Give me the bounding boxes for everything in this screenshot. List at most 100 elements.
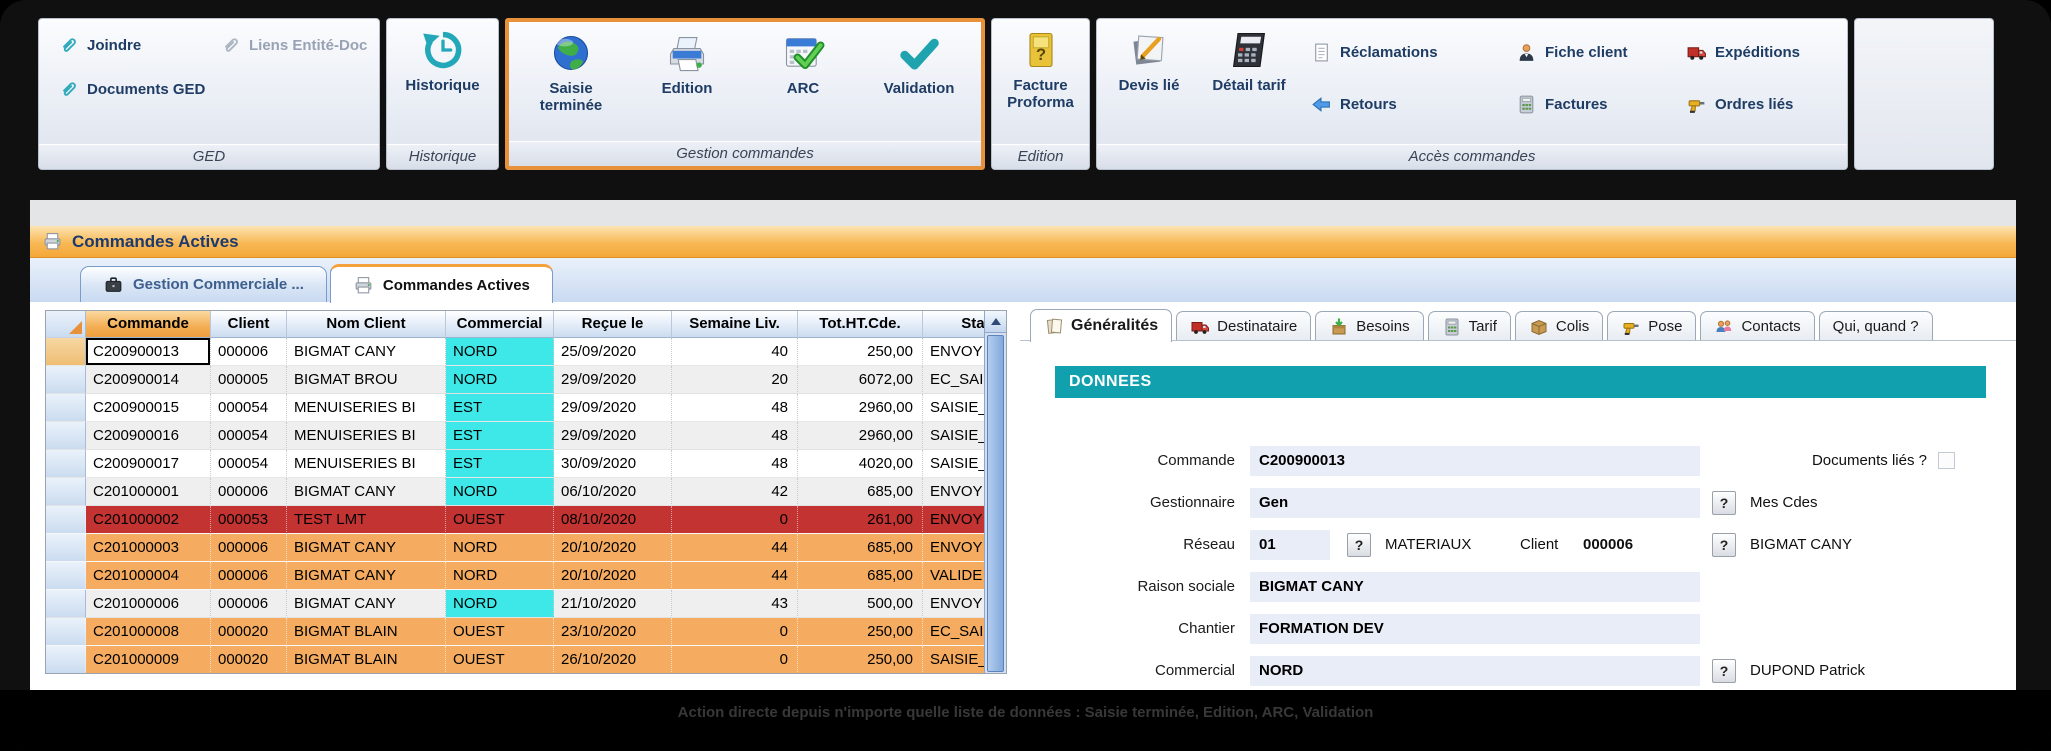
table-row[interactable]: C200900013000006BIGMAT CANYNORD25/09/202…	[46, 338, 1007, 366]
commercial-lookup-button[interactable]: ?	[1712, 659, 1736, 683]
cell-client[interactable]: 000006	[211, 562, 287, 590]
table-row[interactable]: C201000003000006BIGMAT CANYNORD20/10/202…	[46, 534, 1007, 562]
cell-commercial[interactable]: NORD	[446, 338, 554, 366]
chantier-field[interactable]: FORMATION DEV	[1250, 614, 1700, 644]
ribbon-button-exp-ditions[interactable]: Expéditions	[1686, 42, 1848, 63]
cell-semaine-liv[interactable]: 48	[672, 422, 798, 450]
cell-total-ht[interactable]: 500,00	[798, 590, 923, 618]
column-header-client[interactable]: Client	[211, 311, 287, 338]
cell-total-ht[interactable]: 250,00	[798, 646, 923, 674]
row-selector[interactable]	[46, 450, 86, 478]
cell-recue-le[interactable]: 29/09/2020	[554, 394, 672, 422]
cell-commande[interactable]: C200900017	[86, 450, 211, 478]
cell-commercial[interactable]: NORD	[446, 590, 554, 618]
cell-recue-le[interactable]: 26/10/2020	[554, 646, 672, 674]
cell-total-ht[interactable]: 6072,00	[798, 366, 923, 394]
cell-client[interactable]: 000054	[211, 450, 287, 478]
detail-tab-qui-quand[interactable]: Qui, quand ?	[1819, 311, 1933, 341]
row-selector[interactable]	[46, 646, 86, 674]
documents-ged-button[interactable]: Documents GED	[59, 79, 205, 99]
table-row[interactable]: C201000008000020BIGMAT BLAINOUEST23/10/2…	[46, 618, 1007, 646]
cell-recue-le[interactable]: 29/09/2020	[554, 366, 672, 394]
gestionnaire-lookup-button[interactable]: ?	[1712, 491, 1736, 515]
documents-lies-checkbox[interactable]	[1938, 452, 1955, 469]
cell-commande[interactable]: C201000008	[86, 618, 211, 646]
cell-recue-le[interactable]: 06/10/2020	[554, 478, 672, 506]
cell-commercial[interactable]: EST	[446, 394, 554, 422]
cell-commande[interactable]: C201000006	[86, 590, 211, 618]
cell-nom-client[interactable]: MENUISERIES BI	[287, 422, 446, 450]
cell-client[interactable]: 000054	[211, 394, 287, 422]
cell-commande[interactable]: C201000001	[86, 478, 211, 506]
cell-semaine-liv[interactable]: 40	[672, 338, 798, 366]
table-row[interactable]: C200900015000054MENUISERIES BIEST29/09/2…	[46, 394, 1007, 422]
cell-semaine-liv[interactable]: 0	[672, 646, 798, 674]
ribbon-button-ordres-li-s[interactable]: Ordres liés	[1686, 94, 1848, 115]
cell-recue-le[interactable]: 21/10/2020	[554, 590, 672, 618]
cell-semaine-liv[interactable]: 0	[672, 618, 798, 646]
cell-commercial[interactable]: NORD	[446, 366, 554, 394]
cell-commercial[interactable]: NORD	[446, 562, 554, 590]
cell-commande[interactable]: C201000009	[86, 646, 211, 674]
column-header-semaine-liv[interactable]: Semaine Liv.	[672, 311, 798, 338]
ribbon-button-r-clamations[interactable]: Réclamations	[1311, 42, 1516, 63]
ribbon-button-saisie-termin-e[interactable]: Saisie terminée	[516, 22, 626, 141]
cell-total-ht[interactable]: 4020,00	[798, 450, 923, 478]
table-row[interactable]: C201000002000053TEST LMTOUEST08/10/20200…	[46, 506, 1007, 534]
row-selector[interactable]	[46, 422, 86, 450]
cell-client[interactable]: 000006	[211, 338, 287, 366]
cell-client[interactable]: 000005	[211, 366, 287, 394]
commercial-field[interactable]: NORD	[1250, 656, 1700, 686]
cell-client[interactable]: 000006	[211, 590, 287, 618]
cell-commande[interactable]: C201000004	[86, 562, 211, 590]
detail-tab-tarif[interactable]: Tarif	[1428, 311, 1511, 341]
cell-semaine-liv[interactable]: 42	[672, 478, 798, 506]
cell-client[interactable]: 000006	[211, 534, 287, 562]
cell-nom-client[interactable]: BIGMAT CANY	[287, 562, 446, 590]
column-header-commande[interactable]: Commande	[86, 311, 211, 338]
cell-nom-client[interactable]: BIGMAT CANY	[287, 478, 446, 506]
cell-recue-le[interactable]: 29/09/2020	[554, 422, 672, 450]
row-selector[interactable]	[46, 338, 86, 366]
row-selector[interactable]	[46, 394, 86, 422]
column-header-tot-ht-cde[interactable]: Tot.HT.Cde.	[798, 311, 923, 338]
table-corner-cell[interactable]	[46, 311, 86, 338]
cell-recue-le[interactable]: 20/10/2020	[554, 534, 672, 562]
row-selector[interactable]	[46, 618, 86, 646]
cell-total-ht[interactable]: 250,00	[798, 338, 923, 366]
cell-total-ht[interactable]: 250,00	[798, 618, 923, 646]
cell-semaine-liv[interactable]: 48	[672, 394, 798, 422]
cell-recue-le[interactable]: 30/09/2020	[554, 450, 672, 478]
table-row[interactable]: C201000006000006BIGMAT CANYNORD21/10/202…	[46, 590, 1007, 618]
cell-commercial[interactable]: OUEST	[446, 618, 554, 646]
liens-entite-doc-button[interactable]: Liens Entité-Doc	[221, 35, 367, 55]
table-row[interactable]: C200900017000054MENUISERIES BIEST30/09/2…	[46, 450, 1007, 478]
cell-nom-client[interactable]: MENUISERIES BI	[287, 394, 446, 422]
detail-tab-destinataire[interactable]: Destinataire	[1176, 311, 1311, 341]
cell-client[interactable]: 000020	[211, 646, 287, 674]
row-selector[interactable]	[46, 506, 86, 534]
column-header-re-ue-le[interactable]: Reçue le	[554, 311, 672, 338]
cell-commande[interactable]: C201000003	[86, 534, 211, 562]
cell-commercial[interactable]: OUEST	[446, 506, 554, 534]
table-row[interactable]: C200900016000054MENUISERIES BIEST29/09/2…	[46, 422, 1007, 450]
cell-client[interactable]: 000006	[211, 478, 287, 506]
cell-commercial[interactable]: NORD	[446, 478, 554, 506]
historique-button[interactable]: Historique	[388, 19, 498, 94]
cell-nom-client[interactable]: BIGMAT CANY	[287, 590, 446, 618]
ribbon-button-devis-li[interactable]: Devis lié	[1099, 19, 1199, 144]
ribbon-button-fiche-client[interactable]: Fiche client	[1516, 42, 1686, 63]
cell-nom-client[interactable]: BIGMAT CANY	[287, 338, 446, 366]
scroll-up-button[interactable]	[985, 311, 1006, 333]
cell-semaine-liv[interactable]: 44	[672, 534, 798, 562]
cell-nom-client[interactable]: BIGMAT BLAIN	[287, 646, 446, 674]
cell-total-ht[interactable]: 2960,00	[798, 394, 923, 422]
cell-nom-client[interactable]: TEST LMT	[287, 506, 446, 534]
ribbon-button-arc[interactable]: ARC	[748, 22, 858, 141]
ribbon-button-retours[interactable]: Retours	[1311, 94, 1516, 115]
cell-nom-client[interactable]: BIGMAT BLAIN	[287, 618, 446, 646]
vertical-scrollbar[interactable]	[984, 311, 1006, 674]
reseau-lookup-button[interactable]: ?	[1347, 533, 1371, 557]
row-selector[interactable]	[46, 562, 86, 590]
cell-client[interactable]: 000020	[211, 618, 287, 646]
